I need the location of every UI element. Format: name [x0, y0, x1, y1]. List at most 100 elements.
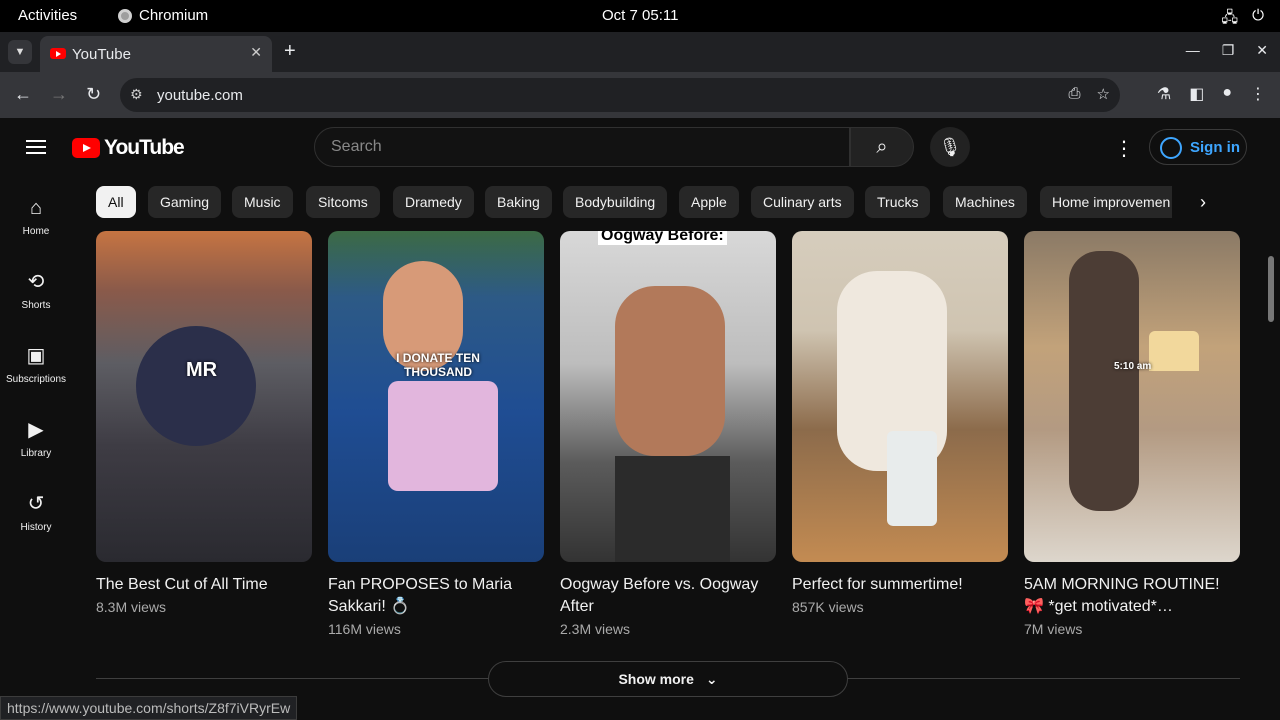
chip-baking[interactable]: Baking	[485, 186, 552, 218]
thumbnail-overlay-text: MR	[186, 359, 218, 381]
guide-item-library[interactable]: ▶ Library	[0, 418, 72, 459]
short-views: 857K views	[792, 599, 864, 615]
chromium-icon	[118, 8, 132, 23]
short-title[interactable]: Oogway Before vs. Oogway After	[560, 574, 776, 618]
tab-youtube[interactable]: YouTube ✕	[40, 36, 272, 72]
guide-menu-icon[interactable]	[26, 140, 46, 154]
site-info-icon[interactable]: ⚙	[130, 86, 143, 103]
thumbnail-lamp	[1149, 331, 1199, 371]
thumbnail-figure	[615, 286, 725, 456]
guide-label: Library	[20, 448, 52, 459]
show-more-button[interactable]: Show more ⌄	[488, 661, 848, 697]
tab-title: YouTube	[72, 46, 131, 63]
show-more-label: Show more	[618, 671, 694, 687]
short-title[interactable]: Fan PROPOSES to Maria Sakkari! 💍	[328, 574, 544, 618]
url-text[interactable]: youtube.com	[157, 87, 243, 104]
account-icon	[1160, 137, 1182, 159]
clock[interactable]: Oct 7 05:11	[602, 7, 678, 24]
chip-home-improvement[interactable]: Home improvemen	[1040, 186, 1172, 218]
voice-search-button[interactable]: 🎙	[930, 127, 970, 167]
short-thumbnail[interactable]: 5:10 am	[1024, 231, 1240, 562]
chevron-right-icon[interactable]: ›	[1200, 192, 1206, 213]
short-thumbnail[interactable]: MR	[96, 231, 312, 562]
guide-item-shorts[interactable]: ⟲ Shorts	[0, 270, 72, 311]
back-button[interactable]: ←	[14, 84, 32, 105]
minimize-icon[interactable]: —	[1186, 42, 1200, 59]
short-item[interactable]: 5:10 am 5AM MORNING ROUTINE! 🎀 *get moti…	[1024, 231, 1240, 637]
browser-toolbar: ← → ↻ ⚙ youtube.com ⎙ ☆ ⚗ ◧ ● ⋮	[0, 72, 1280, 118]
guide-item-history[interactable]: ↺ History	[0, 492, 72, 533]
restore-icon[interactable]: ❐	[1222, 42, 1235, 59]
subscriptions-icon: ▣	[26, 345, 46, 367]
guide-item-subscriptions[interactable]: ▣ Subscriptions	[0, 344, 72, 385]
thumbnail-overlay-text: Oogway Before:	[598, 231, 727, 245]
forward-button[interactable]: →	[50, 84, 68, 105]
bookmark-star-icon[interactable]: ☆	[1097, 85, 1110, 103]
guide-label: Shorts	[21, 300, 51, 311]
chip-music[interactable]: Music	[232, 186, 293, 218]
profile-icon[interactable]: ●	[1222, 84, 1232, 104]
chip-trucks[interactable]: Trucks	[865, 186, 931, 218]
short-title[interactable]: The Best Cut of All Time	[96, 574, 312, 596]
power-icon[interactable]: ⏻	[1252, 7, 1264, 32]
short-title[interactable]: 5AM MORNING ROUTINE! 🎀 *get motivated*…	[1024, 574, 1240, 618]
short-views: 116M views	[328, 621, 401, 637]
short-item[interactable]: Oogway Before: Oogway Before vs. Oogway …	[560, 231, 776, 637]
close-window-icon[interactable]: ✕	[1256, 42, 1268, 59]
side-panel-icon[interactable]: ◧	[1189, 84, 1204, 104]
guide-item-home[interactable]: ⌂ Home	[0, 196, 72, 237]
short-item[interactable]: I DONATE TEN THOUSAND Fan PROPOSES to Ma…	[328, 231, 544, 637]
history-icon: ↺	[27, 493, 45, 515]
sign-in-button[interactable]: Sign in	[1149, 129, 1247, 165]
install-app-icon[interactable]: ⎙	[1069, 85, 1081, 103]
thumbnail-figure	[615, 456, 730, 562]
home-icon: ⌂	[29, 197, 43, 219]
short-views: 7M views	[1024, 621, 1083, 637]
page-scrollbar[interactable]	[1268, 256, 1274, 322]
chip-all[interactable]: All	[96, 186, 136, 218]
short-item[interactable]: MR The Best Cut of All Time 8.3M views	[96, 231, 312, 615]
tab-search-button[interactable]: ▼	[8, 40, 32, 64]
youtube-logo[interactable]: YouTube	[72, 136, 185, 160]
short-thumbnail[interactable]: Oogway Before:	[560, 231, 776, 562]
labs-flask-icon[interactable]: ⚗	[1157, 84, 1171, 104]
gnome-top-bar: Activities Chromium Oct 7 05:11 🖧 ⏻	[0, 0, 1280, 32]
short-item[interactable]: Perfect for summertime! 857K views	[792, 231, 1008, 615]
toolbar-actions: ⚗ ◧ ● ⋮	[1157, 84, 1266, 104]
microphone-icon: 🎙	[938, 137, 962, 157]
settings-menu-icon[interactable]: ⋮	[1114, 136, 1134, 161]
app-menu[interactable]: Chromium	[118, 7, 208, 24]
chip-sitcoms[interactable]: Sitcoms	[306, 186, 380, 218]
activities-button[interactable]: Activities	[18, 7, 77, 24]
youtube-play-icon	[72, 138, 100, 158]
search-box[interactable]: Search	[314, 127, 850, 167]
youtube-page: YouTube Search ⌕ 🎙 ⋮ Sign in ⌂ Home ⟲ Sh…	[0, 118, 1280, 720]
system-tray[interactable]: 🖧 ⏻	[1221, 7, 1264, 32]
chip-culinary-arts[interactable]: Culinary arts	[751, 186, 854, 218]
chip-dramedy[interactable]: Dramedy	[393, 186, 474, 218]
search-icon: ⌕	[876, 136, 888, 158]
chrome-menu-icon[interactable]: ⋮	[1250, 84, 1266, 104]
logo-text: YouTube	[104, 136, 185, 159]
chip-gaming[interactable]: Gaming	[148, 186, 222, 218]
guide-label: Subscriptions	[5, 374, 67, 385]
chip-bodybuilding[interactable]: Bodybuilding	[563, 186, 668, 218]
short-views: 2.3M views	[560, 621, 631, 637]
window-controls: — ❐ ✕	[1186, 42, 1268, 59]
short-thumbnail[interactable]	[792, 231, 1008, 562]
network-icon[interactable]: 🖧	[1221, 7, 1238, 32]
close-tab-icon[interactable]: ✕	[250, 44, 262, 61]
address-bar[interactable]: ⚙ youtube.com ⎙ ☆	[120, 78, 1120, 112]
search-button[interactable]: ⌕	[850, 127, 914, 167]
new-tab-button[interactable]: +	[284, 40, 296, 63]
library-icon: ▶	[28, 419, 44, 441]
youtube-favicon-icon	[50, 48, 66, 59]
chip-machines[interactable]: Machines	[943, 186, 1027, 218]
thumbnail-figure	[1069, 251, 1139, 511]
short-title[interactable]: Perfect for summertime!	[792, 574, 1008, 596]
chip-apple[interactable]: Apple	[679, 186, 739, 218]
guide-label: History	[20, 522, 52, 533]
short-thumbnail[interactable]: I DONATE TEN THOUSAND	[328, 231, 544, 562]
reload-button[interactable]: ↻	[86, 84, 101, 105]
thumbnail-figure	[388, 381, 498, 491]
